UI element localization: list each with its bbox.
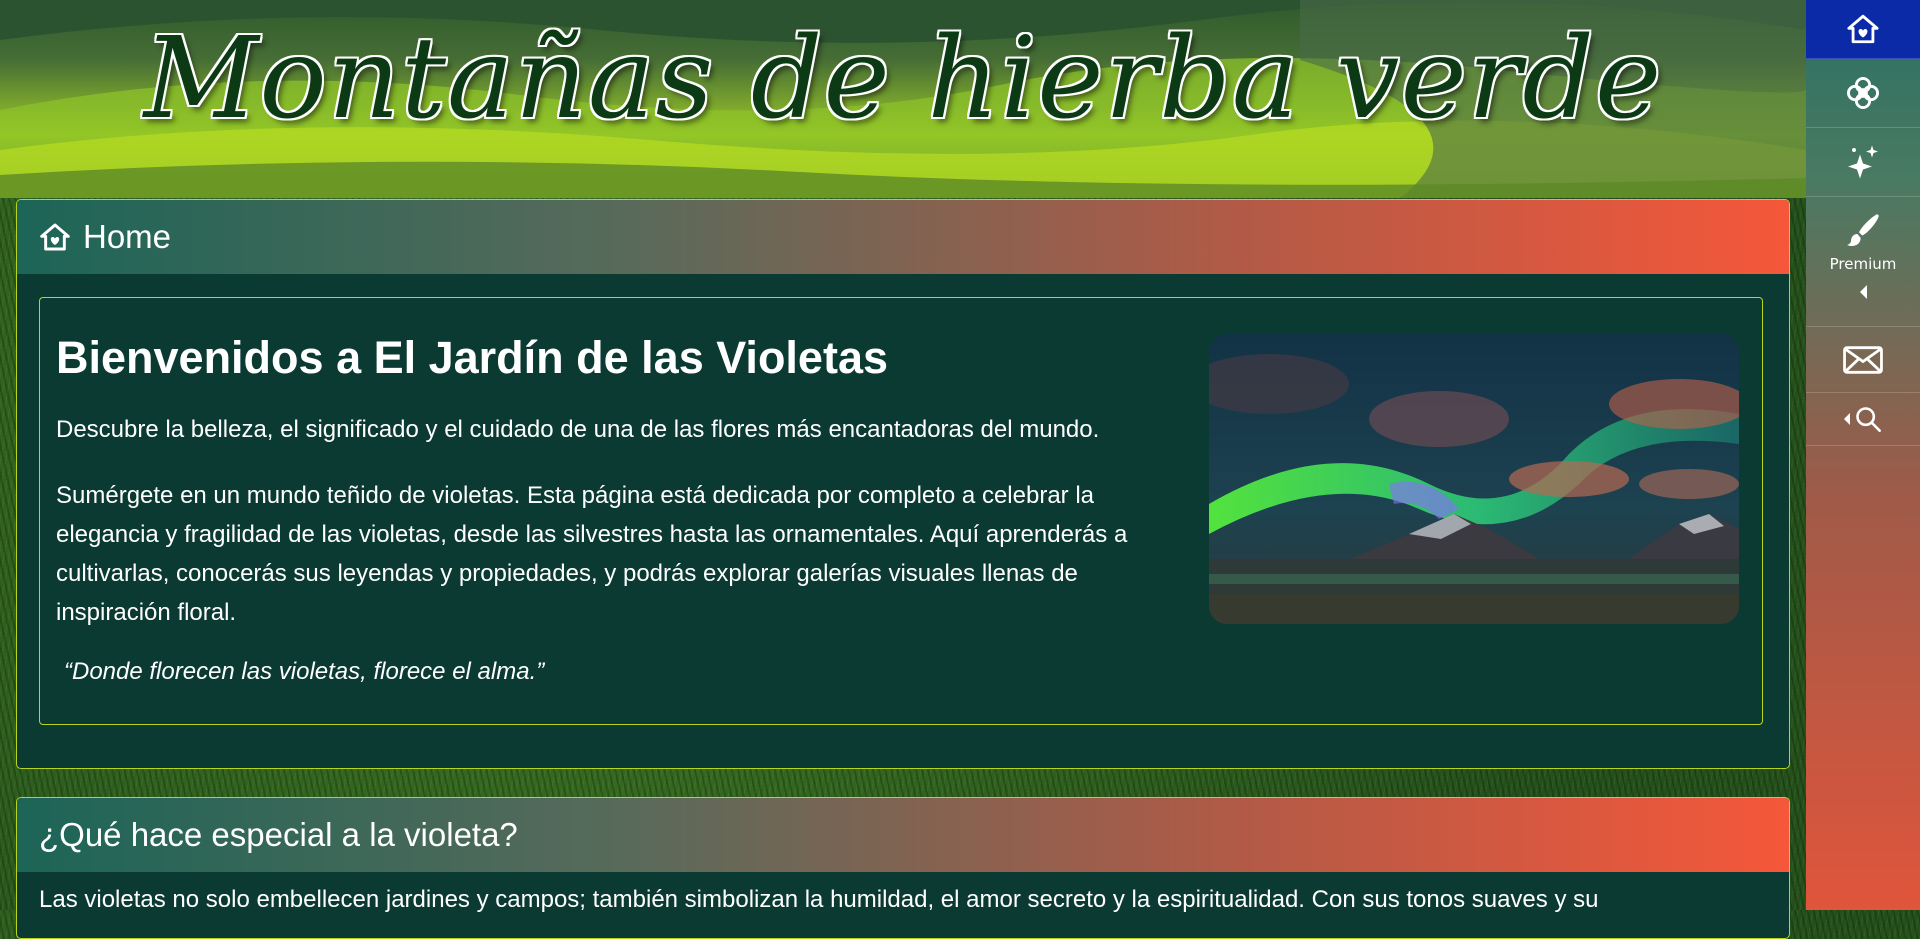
home-icon [1847, 14, 1879, 44]
special-panel: ¿Qué hace especial a la violeta? Las vio… [16, 797, 1790, 939]
home-panel-title: Home [83, 218, 172, 255]
aurora-image [1209, 334, 1739, 624]
side-navigation: Premium [1806, 0, 1920, 910]
hero-banner: Montañas de hierba verde [0, 0, 1806, 198]
nav-mail-button[interactable] [1806, 327, 1920, 393]
expand-caret-icon [1844, 413, 1850, 425]
welcome-quote: “Donde florecen las violetas, florece el… [64, 658, 545, 685]
welcome-title: Bienvenidos a El Jardín de las Violetas [56, 332, 888, 383]
nav-search-button[interactable] [1806, 393, 1920, 446]
home-panel: Home Bienvenidos a El Jardín de las Viol… [16, 199, 1790, 769]
premium-label: Premium [1829, 255, 1897, 273]
nav-flower-button[interactable] [1806, 59, 1920, 128]
nav-home-button[interactable] [1806, 0, 1920, 59]
home-panel-header: Home [17, 200, 1789, 274]
mail-icon [1843, 345, 1883, 374]
nav-premium-button[interactable]: Premium [1806, 197, 1920, 327]
collapse-caret-icon[interactable] [1859, 285, 1867, 299]
special-panel-title: ¿Qué hace especial a la violeta? [39, 816, 518, 853]
welcome-body: Sumérgete en un mundo teñido de violetas… [56, 482, 1128, 626]
banner-title: Montañas de hierba verde [143, 14, 1663, 144]
sparkles-icon [1848, 145, 1878, 179]
special-panel-header: ¿Qué hace especial a la violeta? [17, 798, 1789, 872]
welcome-lead: Descubre la belleza, el significado y el… [56, 416, 1100, 443]
brush-icon [1847, 214, 1879, 247]
home-icon [40, 223, 70, 251]
nav-sparkles-button[interactable] [1806, 128, 1920, 197]
search-icon [1856, 407, 1881, 432]
welcome-card: Bienvenidos a El Jardín de las Violetas … [39, 297, 1763, 725]
flower-icon [1847, 77, 1879, 109]
